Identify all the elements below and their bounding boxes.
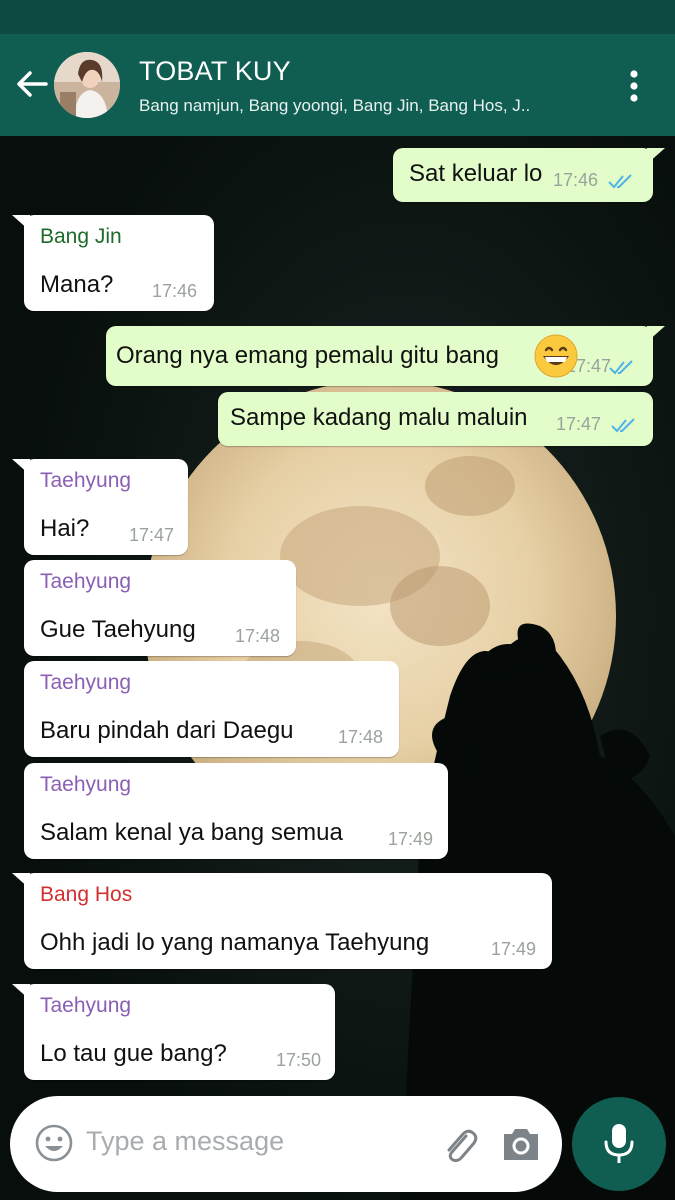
bubble-tail — [12, 459, 30, 475]
camera-icon[interactable] — [500, 1124, 542, 1164]
message-text: Sat keluar lo — [409, 160, 543, 187]
message-time: 17:48 — [338, 727, 384, 747]
message-bubble-incoming[interactable]: Taehyung Hai? 17:47 — [12, 459, 188, 555]
sender-name: Taehyung — [40, 671, 132, 694]
message-bubble-outgoing[interactable]: Orang nya emang pemalu gitu bang 17:47 — [106, 326, 665, 386]
message-bubble-outgoing[interactable]: Sampe kadang malu maluin 17:47 — [218, 392, 653, 446]
message-text: Ohh jadi lo yang namanya Taehyung — [40, 929, 430, 956]
message-time: 17:49 — [491, 939, 537, 959]
message-text: Hai? — [40, 515, 90, 542]
message-text: Sampe kadang malu maluin — [230, 404, 528, 431]
message-time: 17:48 — [235, 626, 281, 646]
message-time: 17:47 — [129, 525, 175, 545]
sender-name: Taehyung — [40, 994, 132, 1017]
message-time: 17:46 — [553, 170, 599, 190]
microphone-icon[interactable] — [572, 1097, 666, 1191]
grinning-face-emoji — [534, 334, 578, 378]
message-text: Gue Taehyung — [40, 616, 196, 643]
bubble-tail — [12, 873, 30, 889]
message-bubble-incoming[interactable]: Bang Hos Ohh jadi lo yang namanya Taehyu… — [12, 873, 552, 969]
paperclip-icon[interactable] — [436, 1122, 480, 1166]
message-composer[interactable]: Type a message — [10, 1096, 562, 1192]
group-avatar[interactable] — [54, 52, 120, 118]
message-bubble-incoming[interactable]: Taehyung Lo tau gue bang? 17:50 — [12, 984, 335, 1080]
message-time: 17:47 — [556, 414, 602, 434]
chat-members[interactable]: Bang namjun, Bang yoongi, Bang Jin, Bang… — [139, 96, 579, 116]
bubble-tail — [12, 215, 30, 231]
message-bubble-incoming[interactable]: Taehyung Baru pindah dari Daegu 17:48 — [24, 661, 399, 757]
status-bar — [0, 0, 675, 34]
double-check-icon — [611, 418, 635, 433]
smiley-icon[interactable] — [34, 1123, 74, 1163]
message-text: Baru pindah dari Daegu — [40, 717, 294, 744]
message-bubble-incoming[interactable]: Taehyung Gue Taehyung 17:48 — [24, 560, 296, 656]
sender-name: Bang Jin — [40, 225, 122, 248]
message-time: 17:49 — [388, 829, 434, 849]
double-check-icon — [608, 174, 632, 189]
message-text: Salam kenal ya bang semua — [40, 819, 343, 846]
double-check-icon — [609, 360, 633, 375]
back-arrow-icon[interactable] — [14, 66, 50, 102]
more-vertical-icon[interactable] — [620, 66, 648, 106]
chat-wallpaper: Sat keluar lo 17:46 Bang Jin Mana? 17:46… — [0, 136, 675, 1200]
message-bubble-outgoing[interactable]: Sat keluar lo 17:46 — [393, 148, 665, 202]
message-time: 17:46 — [152, 281, 198, 301]
message-bubble-incoming[interactable]: Bang Jin Mana? 17:46 — [12, 215, 214, 311]
message-text: Mana? — [40, 271, 114, 298]
message-bubble-incoming[interactable]: Taehyung Salam kenal ya bang semua 17:49 — [24, 763, 448, 859]
sender-name: Taehyung — [40, 469, 132, 492]
chat-title[interactable]: TOBAT KUY — [139, 56, 291, 87]
message-input[interactable]: Type a message — [86, 1126, 284, 1157]
bubble-tail — [647, 326, 665, 342]
sender-name: Taehyung — [40, 773, 132, 796]
message-text: Lo tau gue bang? — [40, 1040, 227, 1067]
chat-header: TOBAT KUY Bang namjun, Bang yoongi, Bang… — [0, 34, 675, 136]
bubble-tail — [647, 148, 665, 164]
message-text: Orang nya emang pemalu gitu bang — [116, 342, 499, 369]
sender-name: Bang Hos — [40, 883, 133, 906]
bubble-tail — [12, 984, 30, 1000]
message-time: 17:50 — [276, 1050, 322, 1070]
sender-name: Taehyung — [40, 570, 132, 593]
